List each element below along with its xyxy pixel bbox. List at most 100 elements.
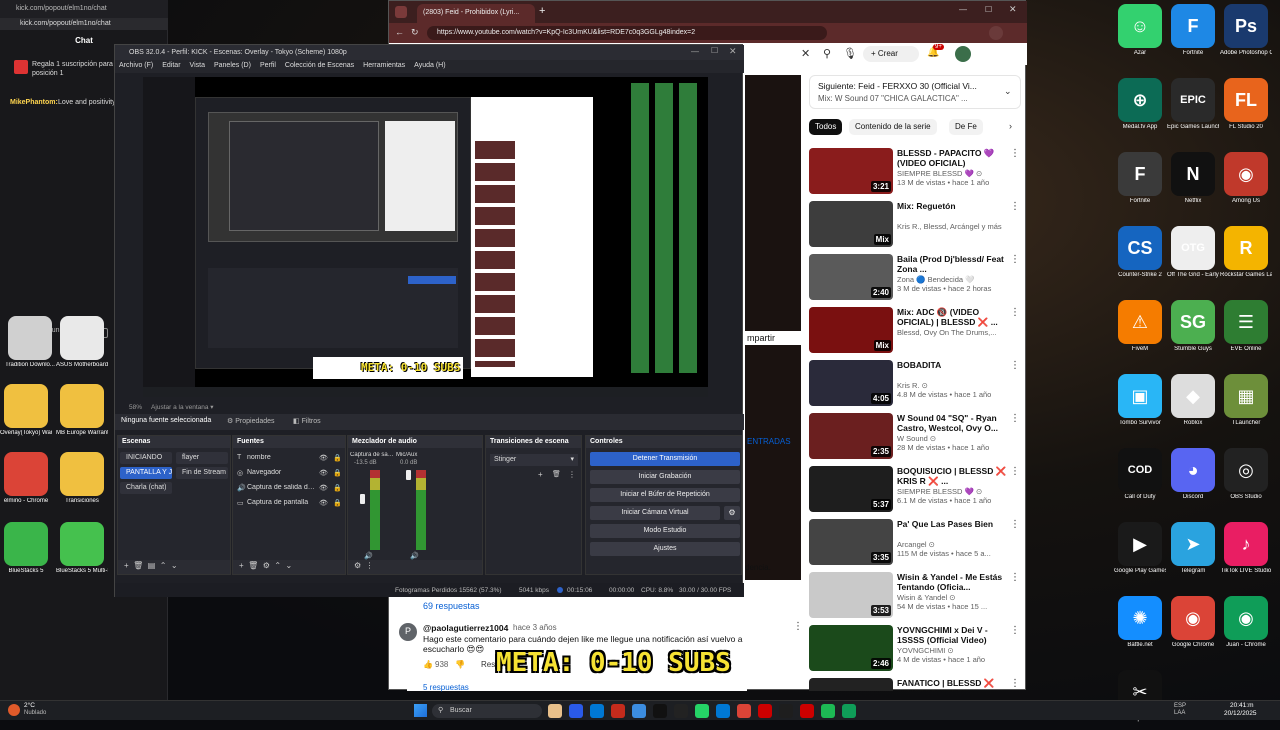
video-title[interactable]: BOBADITA (897, 360, 1007, 380)
video-title[interactable]: Mix: ADC 🔞 (VIDEO OFICIAL) | BLESSD ❌ ..… (897, 307, 1007, 327)
related-video-card[interactable]: 3:35 Pa' Que Las Pases Bien Arcangel ⊙ 115 … (809, 519, 1029, 567)
fit-label[interactable]: Ajustar a la ventana (151, 404, 208, 411)
transition-remove-icon[interactable]: 🗑 (552, 470, 561, 478)
properties-button[interactable]: ⚙ Propiedades (227, 417, 275, 425)
channel-avatar[interactable] (955, 46, 971, 62)
source-item[interactable]: ▭ Captura de pantalla 👁 🔒 (233, 497, 347, 510)
desktop-icon[interactable]: MB Europe Warranty Card (56, 384, 108, 444)
related-video-card[interactable]: 3:21 BLESSD - PAPACITO 💜 (VIDEO OFICIAL) S… (809, 148, 1029, 196)
dislike-icon[interactable]: 👎 (455, 660, 465, 669)
source-item[interactable]: ◎ Navegador 👁 🔒 (233, 467, 347, 480)
volume-fader[interactable] (406, 470, 411, 480)
transition-select[interactable]: Stinger ▾ (490, 454, 578, 466)
scene-item[interactable]: PANTALLA Y J... (120, 467, 172, 479)
taskbar-app-icon[interactable] (737, 704, 751, 718)
desktop-icon[interactable]: ⊕ Medal.tv App (1114, 78, 1166, 138)
desktop-icon[interactable]: ◕ Discord (1167, 448, 1219, 508)
eye-icon[interactable]: 👁 (319, 454, 328, 462)
obs-menu-item[interactable]: Herramientas (359, 60, 410, 69)
move-down-icon[interactable]: ⌄ (171, 561, 178, 570)
eye-icon[interactable]: 👁 (319, 499, 328, 507)
minimize-icon[interactable]: — (959, 5, 967, 14)
lock-icon[interactable]: 🔒 (333, 454, 342, 462)
related-video-card[interactable]: 2:40 Baila (Prod Dj'blessd/ Feat Zona ...… (809, 254, 1029, 302)
video-thumbnail[interactable]: Mix (809, 307, 893, 353)
url-input[interactable]: https://www.youtube.com/watch?v=KpQ-Ic3U… (427, 26, 827, 40)
video-menu-icon[interactable]: ⋮ (1009, 625, 1021, 636)
start-icon[interactable] (414, 704, 427, 717)
eye-icon[interactable]: 👁 (319, 484, 328, 492)
desktop-icon[interactable]: ◉ Google Chrome (1167, 596, 1219, 656)
related-video-card[interactable]: 3:53 Wisin & Yandel - Me Estás Tentando (… (809, 572, 1029, 620)
video-title[interactable]: Wisin & Yandel - Me Estás Tentando (Ofic… (897, 572, 1007, 592)
control-button[interactable]: Iniciar el Búfer de Repetición (590, 488, 740, 502)
lock-icon[interactable]: 🔒 (333, 499, 342, 507)
video-player-edge[interactable] (745, 75, 801, 580)
zoom-label[interactable]: 58% (129, 404, 142, 411)
video-thumbnail[interactable] (809, 678, 893, 691)
filters-button[interactable]: ◧ Filtros (293, 417, 321, 425)
desktop-icon[interactable]: ▶ Google Play Games (1114, 522, 1166, 582)
control-button[interactable]: Modo Estudio (590, 524, 740, 538)
speaker-icon[interactable]: 🔊 (410, 552, 419, 560)
desktop-icon[interactable]: Transiciones (56, 452, 108, 512)
video-menu-icon[interactable]: ⋮ (1009, 678, 1021, 689)
close-icon[interactable]: ✕ (801, 47, 810, 60)
desktop-icon[interactable]: BlueStacks 5 Multi-Instan... (56, 522, 108, 582)
move-up-icon[interactable]: ⌃ (160, 561, 167, 570)
video-thumbnail[interactable]: 3:53 (809, 572, 893, 618)
obs-menu-item[interactable]: Paneles (D) (210, 60, 256, 69)
obs-menu-item[interactable]: Editar (158, 60, 185, 69)
desktop-icon[interactable]: EPIC Epic Games Launcher (1167, 78, 1219, 138)
share-button[interactable]: mpartir (745, 331, 805, 345)
video-thumbnail[interactable]: 2:35 (809, 413, 893, 459)
eye-icon[interactable]: 👁 (319, 469, 328, 477)
taskbar-app-icon[interactable] (758, 704, 772, 718)
gear-icon[interactable]: ⚙ (263, 561, 270, 570)
video-menu-icon[interactable]: ⋮ (1009, 413, 1021, 424)
control-button[interactable]: Iniciar Cámara Virtual (590, 506, 720, 520)
source-item[interactable]: 🔊Captura de salida de a... 👁 🔒 (233, 482, 347, 495)
video-channel[interactable]: SIEMPRE BLESSD 💜 ⊙ (897, 169, 1007, 178)
reload-icon[interactable]: ↻ (411, 27, 419, 38)
desktop-icon[interactable]: ◉ Juan - Chrome (1220, 596, 1272, 656)
weather-icon[interactable] (8, 704, 20, 716)
taskbar-app-icon[interactable] (611, 704, 625, 718)
clock-time[interactable]: 20:41:m (1230, 702, 1254, 709)
playlist-next-card[interactable]: Siguiente: Feid - FERXXO 30 (Official Vi… (809, 75, 1021, 109)
taskbar-app-icon[interactable] (548, 704, 562, 718)
video-title[interactable]: W Sound 04 "SQ" - Ryan Castro, Westcol, … (897, 413, 1007, 433)
comment-menu-icon[interactable]: ⋮ (793, 621, 803, 632)
source-item[interactable]: Tnombre 👁 🔒 (233, 452, 347, 465)
related-video-card[interactable]: 2:35 W Sound 04 "SQ" - Ryan Castro, Westc… (809, 413, 1029, 461)
video-title[interactable]: Baila (Prod Dj'blessd/ Feat Zona ... (897, 254, 1007, 274)
related-video-card[interactable]: Mix Mix: Reguetón Kris R., Blessd, Arcánge… (809, 201, 1029, 249)
taskbar-app-icon[interactable] (653, 704, 667, 718)
video-thumbnail[interactable]: 5:37 (809, 466, 893, 512)
video-thumbnail[interactable]: 2:40 (809, 254, 893, 300)
video-menu-icon[interactable]: ⋮ (1009, 360, 1021, 371)
scene-item[interactable]: Fin de Stream (176, 467, 228, 479)
video-title[interactable]: FANATICO | BLESSD ❌ ALVAREZ | VIDEO ... (897, 678, 1007, 691)
taskbar-app-icon[interactable] (821, 704, 835, 718)
video-title[interactable]: BOQUISUCIO | BLESSD ❌ KRIS R ❌ ... (897, 466, 1007, 486)
obs-minimize-icon[interactable]: — (691, 47, 699, 56)
video-channel[interactable]: Blessd, Ovy On The Drums,... (897, 328, 1007, 337)
video-title[interactable]: Mix: Reguetón (897, 201, 1007, 221)
chevron-right-icon[interactable]: › (1009, 121, 1012, 131)
video-thumbnail[interactable]: Mix (809, 201, 893, 247)
obs-menu-item[interactable]: Ayuda (H) (410, 60, 450, 69)
transition-add-icon[interactable]: + (538, 470, 543, 479)
video-channel[interactable]: Zona 🔵 Bendecida 🤍 (897, 275, 1007, 284)
video-channel[interactable]: YOVNGCHIMI ⊙ (897, 646, 1007, 655)
desktop-icon[interactable]: ▣ Tombo Survivor (1114, 374, 1166, 434)
desktop-icon[interactable]: ☺ Azar (1114, 4, 1166, 64)
desktop-icon[interactable]: SG Stumble Guys (1167, 300, 1219, 360)
virtual-cam-gear-icon[interactable]: ⚙ (724, 506, 740, 520)
scene-item[interactable]: flayer (176, 452, 228, 464)
replies-toggle[interactable]: 69 respuestas (423, 601, 480, 611)
add-icon[interactable]: + (239, 561, 244, 570)
video-channel[interactable]: Arcangel ⊙ (897, 540, 1007, 549)
mixer-menu-icon[interactable]: ⋮ (366, 561, 374, 570)
taskbar-app-icon[interactable] (590, 704, 604, 718)
